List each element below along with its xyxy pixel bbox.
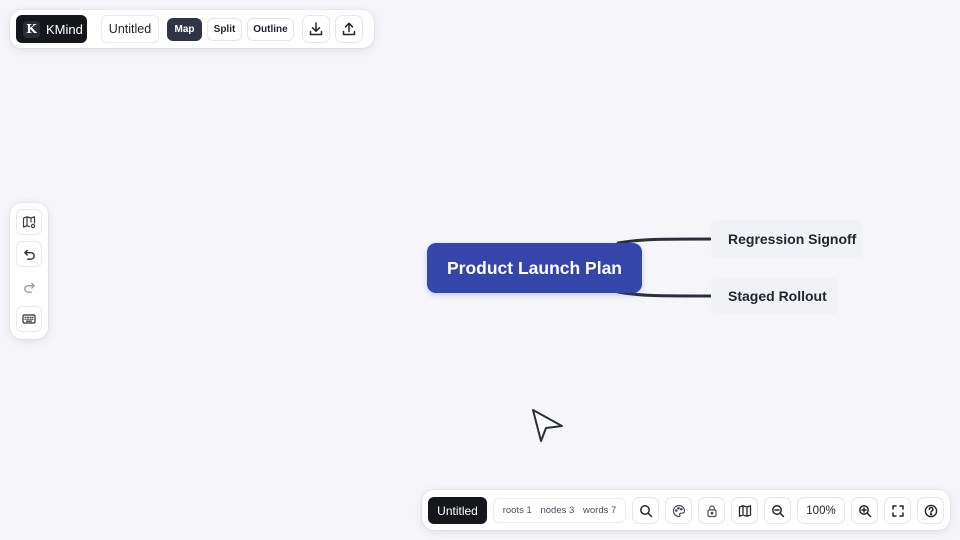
zoom-in-icon — [858, 504, 871, 517]
zoom-level[interactable]: 100% — [797, 497, 845, 524]
view-outline-button[interactable]: Outline — [247, 18, 294, 41]
keyboard-shortcuts-button[interactable] — [16, 306, 42, 332]
undo-button[interactable] — [16, 241, 42, 267]
root-node[interactable]: Product Launch Plan — [427, 243, 642, 293]
theme-button[interactable] — [665, 497, 692, 524]
help-icon — [924, 504, 937, 517]
map-settings-button[interactable] — [16, 209, 42, 235]
zoom-out-button[interactable] — [764, 497, 791, 524]
app-brand-button[interactable]: K KMind — [16, 15, 87, 43]
child-node-regression-signoff[interactable]: Regression Signoff — [711, 220, 863, 258]
redo-icon — [23, 282, 35, 293]
roots-count: roots 1 — [502, 505, 532, 516]
top-toolbar: K KMind Untitled Map Split Outline — [10, 10, 374, 48]
document-stats: roots 1 nodes 3 words 7 — [493, 498, 626, 523]
search-icon — [639, 504, 652, 517]
download-button[interactable] — [302, 15, 330, 43]
document-title[interactable]: Untitled — [101, 15, 159, 43]
undo-icon — [23, 249, 35, 260]
lock-icon — [706, 504, 717, 517]
mindmap-canvas[interactable]: Product Launch Plan Regression Signoff S… — [0, 0, 960, 540]
zoom-in-button[interactable] — [851, 497, 878, 524]
help-button[interactable] — [917, 497, 944, 524]
fullscreen-icon — [891, 504, 904, 517]
bottom-bar: Untitled roots 1 nodes 3 words 7 100% — [422, 490, 950, 530]
map-settings-icon — [22, 216, 36, 229]
words-count: words 7 — [583, 505, 617, 516]
view-map-button[interactable]: Map — [167, 18, 202, 41]
lock-button[interactable] — [698, 497, 725, 524]
child-node-staged-rollout[interactable]: Staged Rollout — [711, 277, 838, 315]
nodes-count: nodes 3 — [540, 505, 575, 516]
download-icon — [309, 22, 323, 36]
app-logo-icon: K — [23, 20, 40, 38]
map-view-button[interactable] — [731, 497, 758, 524]
upload-icon — [342, 22, 356, 36]
theme-icon — [672, 504, 685, 517]
app-name: KMind — [46, 21, 83, 37]
redo-button[interactable] — [16, 274, 42, 300]
keyboard-icon — [22, 314, 36, 324]
upload-button[interactable] — [335, 15, 363, 43]
left-toolbar — [10, 203, 48, 339]
view-split-button[interactable]: Split — [207, 18, 242, 41]
zoom-out-icon — [771, 504, 784, 517]
fullscreen-button[interactable] — [884, 497, 911, 524]
bottom-document-title[interactable]: Untitled — [428, 497, 487, 524]
map-icon — [738, 504, 751, 517]
pointer-cursor-icon — [532, 409, 563, 442]
search-button[interactable] — [632, 497, 659, 524]
